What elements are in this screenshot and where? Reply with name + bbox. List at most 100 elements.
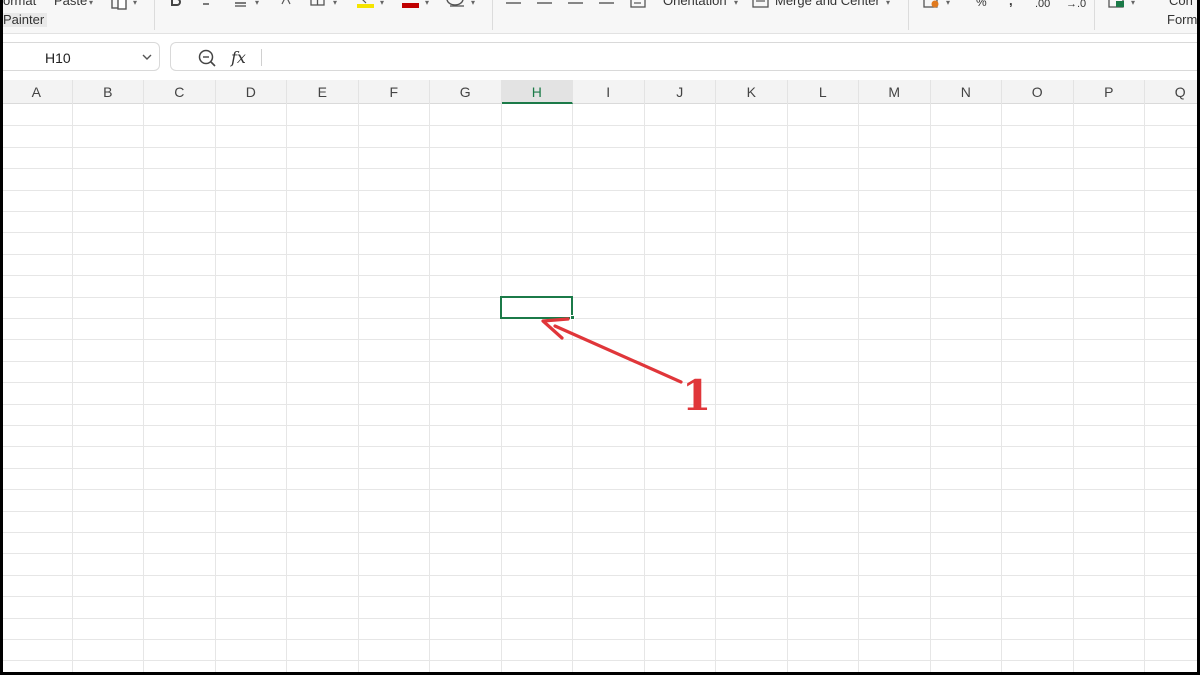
formula-bar: H10 fx: [3, 40, 1197, 73]
clear-format-dropdown-icon[interactable]: ▾: [471, 0, 475, 10]
grid-row-line: [3, 360, 1197, 362]
ribbon-separator: [492, 0, 493, 30]
format-painter-button[interactable]: Painter: [3, 13, 48, 27]
conditional-format-icon[interactable]: [1107, 0, 1127, 10]
grid-row-line: [3, 211, 1197, 212]
active-cell-h10[interactable]: [500, 296, 573, 319]
paste-button[interactable]: Paste: [54, 0, 87, 8]
column-header-p[interactable]: P: [1074, 80, 1145, 104]
grid-row-line: [3, 168, 1197, 170]
merge-center-button[interactable]: Merge and Center: [775, 0, 880, 8]
grid-row-line: [3, 553, 1197, 555]
align-justify-icon[interactable]: [598, 0, 616, 8]
grid-row-line: [3, 639, 1197, 640]
grid-row-line: [3, 232, 1197, 234]
paste-special-dropdown-icon[interactable]: ▾: [133, 0, 137, 10]
borders-dropdown-icon[interactable]: ▾: [333, 0, 337, 10]
borders-icon[interactable]: [310, 0, 326, 8]
clear-format-icon[interactable]: [444, 0, 468, 10]
italic-icon[interactable]: [201, 0, 211, 8]
column-header-c[interactable]: C: [144, 80, 216, 104]
column-header-d[interactable]: D: [216, 80, 287, 104]
ribbon-toolbar: ormat Painter Paste ▾ ▾ ▾ ▾ ▾ ▾ ▾ Orient…: [3, 0, 1197, 34]
conditional-formatting-label-top[interactable]: Con: [1169, 0, 1193, 8]
underline-dropdown-icon[interactable]: ▾: [255, 0, 259, 10]
align-bottom-icon[interactable]: [567, 0, 585, 8]
name-box[interactable]: H10: [3, 42, 160, 71]
column-header-i[interactable]: I: [573, 80, 645, 104]
align-top-icon[interactable]: [505, 0, 523, 8]
orientation-dropdown-icon[interactable]: ▾: [734, 0, 738, 10]
grid-row-line: [3, 339, 1197, 341]
annotation-number: 1: [682, 371, 712, 420]
format-painter-label-top[interactable]: ormat: [3, 0, 36, 8]
formula-separator: [261, 49, 262, 66]
insert-function-button[interactable]: fx: [231, 48, 246, 67]
ribbon-separator: [154, 0, 155, 30]
grid-row-line: [3, 446, 1197, 448]
column-header-g[interactable]: G: [430, 80, 502, 104]
increase-decimal-button[interactable]: .00: [1035, 0, 1050, 11]
grid-row-line: [3, 532, 1197, 533]
percent-style-button[interactable]: %: [976, 0, 987, 9]
grid-row-line: [3, 403, 1197, 405]
bold-icon[interactable]: [169, 0, 183, 8]
grid-row-line: [3, 425, 1197, 426]
decrease-decimal-button[interactable]: →.0: [1066, 0, 1086, 11]
fill-color-dropdown-icon[interactable]: ▾: [380, 0, 384, 10]
orientation-button[interactable]: Orientation: [663, 0, 727, 8]
grid-row-line: [3, 253, 1197, 255]
name-box-value[interactable]: H10: [45, 50, 71, 66]
column-header-h[interactable]: H: [501, 80, 573, 104]
cell-grid[interactable]: [3, 104, 1197, 672]
grid-row-line: [3, 574, 1197, 576]
fill-handle[interactable]: [570, 315, 575, 320]
conditional-format-dropdown-icon[interactable]: ▾: [1131, 0, 1135, 10]
column-header-o[interactable]: O: [1002, 80, 1074, 104]
grid-row-line: [3, 467, 1197, 469]
column-header-j[interactable]: J: [645, 80, 716, 104]
number-format-dropdown-icon[interactable]: ▾: [946, 0, 950, 10]
paste-special-icon[interactable]: [109, 0, 131, 10]
column-header-k[interactable]: K: [716, 80, 788, 104]
column-header-l[interactable]: L: [788, 80, 859, 104]
comma-style-button[interactable]: ,: [1009, 0, 1013, 8]
zoom-icon[interactable]: [197, 48, 217, 68]
number-format-icon[interactable]: [922, 0, 942, 10]
column-header-a[interactable]: A: [3, 80, 73, 104]
grid-row-line: [3, 125, 1197, 127]
grid-row-line: [3, 489, 1197, 491]
column-headers: ABCDEFGHIJKLMNOPQ: [3, 80, 1197, 104]
grid-row-line: [3, 146, 1197, 148]
paste-dropdown-icon[interactable]: ▾: [89, 0, 93, 10]
grid-row-line: [3, 660, 1197, 662]
merge-center-icon[interactable]: [751, 0, 771, 10]
grid-row-line: [3, 189, 1197, 191]
column-header-n[interactable]: N: [931, 80, 1002, 104]
font-color-icon[interactable]: [400, 0, 422, 10]
grid-row-line: [3, 510, 1197, 512]
spreadsheet-window: ormat Painter Paste ▾ ▾ ▾ ▾ ▾ ▾ ▾ Orient…: [3, 0, 1197, 672]
column-header-m[interactable]: M: [859, 80, 931, 104]
column-header-q[interactable]: Q: [1145, 80, 1197, 104]
ribbon-separator: [1094, 0, 1095, 30]
formula-input-area[interactable]: fx: [170, 42, 1197, 71]
grid-row-line: [3, 318, 1197, 319]
grid-row-line: [3, 382, 1197, 384]
column-header-e[interactable]: E: [287, 80, 359, 104]
grid-row-line: [3, 296, 1197, 298]
ribbon-separator: [908, 0, 909, 30]
column-header-b[interactable]: B: [73, 80, 144, 104]
grid-row-line: [3, 617, 1197, 619]
font-color-dropdown-icon[interactable]: ▾: [425, 0, 429, 10]
strikethrough-icon[interactable]: [279, 0, 293, 8]
fill-color-icon[interactable]: [355, 0, 377, 10]
orientation-icon[interactable]: [629, 0, 649, 10]
column-header-f[interactable]: F: [359, 80, 430, 104]
chevron-down-icon[interactable]: [141, 51, 153, 63]
grid-row-line: [3, 275, 1197, 277]
underline-icon[interactable]: [233, 0, 249, 8]
align-middle-icon[interactable]: [536, 0, 554, 8]
merge-center-dropdown-icon[interactable]: ▾: [886, 0, 890, 10]
conditional-formatting-button[interactable]: Form: [1167, 13, 1197, 27]
